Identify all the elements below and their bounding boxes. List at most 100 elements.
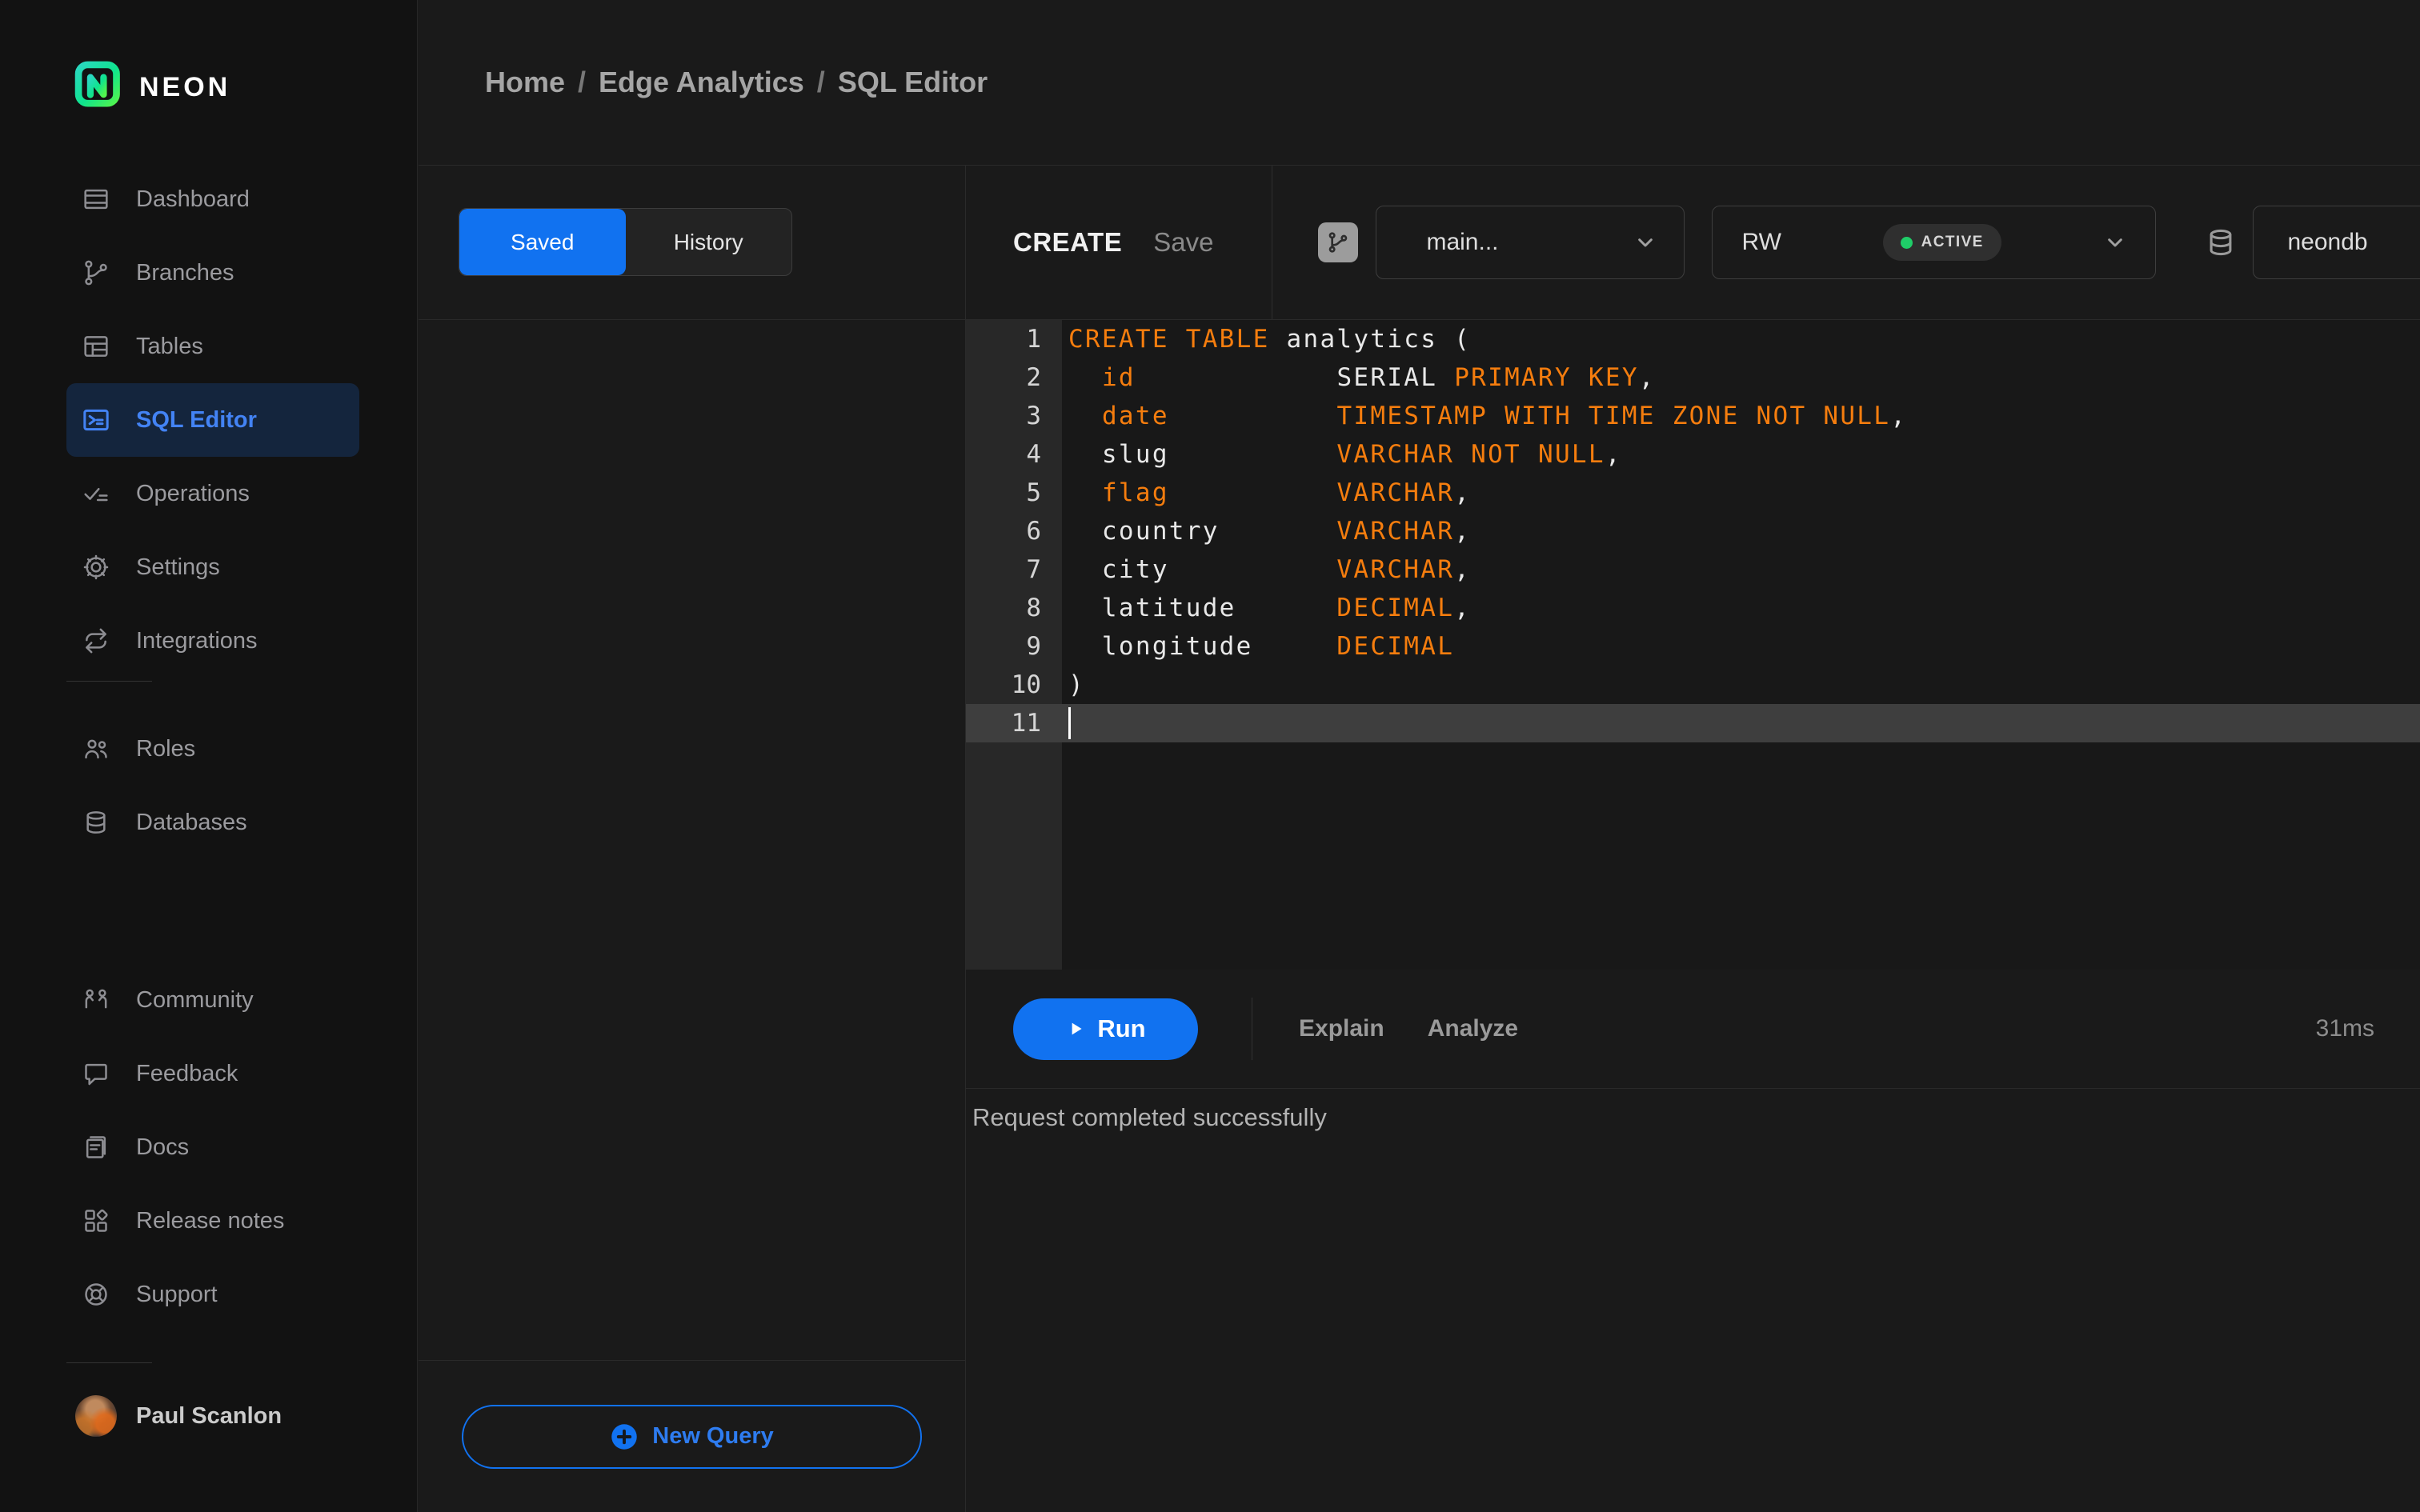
main-area: Home / Edge Analytics / SQL Editor Saved… [419,0,2420,1512]
sidebar-item-docs[interactable]: Docs [66,1110,359,1184]
code-line-5[interactable]: 5 flag VARCHAR, [966,474,2420,512]
breadcrumb-separator: / [816,66,825,98]
code-lines: 1 CREATE TABLE analytics (2 id SERIAL PRI… [966,320,2420,742]
integrations-icon [80,625,112,657]
code-line-6[interactable]: 6 country VARCHAR, [966,512,2420,550]
code-line-2[interactable]: 2 id SERIAL PRIMARY KEY, [966,358,2420,397]
code-line-7[interactable]: 7 city VARCHAR, [966,550,2420,589]
code-text: date TIMESTAMP WITH TIME ZONE NOT NULL, [1101,402,1908,430]
sidebar-item-label: Release notes [136,1207,285,1234]
code-text [1062,707,1071,739]
sidebar-item-label: Settings [136,554,220,580]
user-menu[interactable]: Paul Scanlon [75,1395,282,1437]
branch-icon-button[interactable] [1318,222,1359,262]
run-button[interactable]: Run [1013,998,1198,1060]
sidebar-item-branches[interactable]: Branches [66,236,359,310]
roles-icon [80,733,112,765]
sidebar-item-label: Integrations [136,627,258,654]
sidebar-item-operations[interactable]: Operations [66,457,359,530]
branch-select[interactable]: main... [1376,206,1685,279]
release-notes-icon [80,1205,112,1237]
queries-panel: Saved History New Query [419,166,966,1512]
queries-tabs-row: Saved History [419,166,965,320]
compute-select[interactable]: RW ACTIVE [1712,206,2157,279]
community-icon [80,984,112,1016]
sidebar-item-dashboard[interactable]: Dashboard [66,162,359,236]
sidebar-item-release-notes[interactable]: Release notes [66,1184,359,1258]
sidebar-item-sql-editor[interactable]: SQL Editor [66,383,359,457]
line-number: 2 [1026,363,1041,392]
sidebar-item-settings[interactable]: Settings [66,530,359,604]
sidebar-item-feedback[interactable]: Feedback [66,1037,359,1110]
brand-logo[interactable]: NEON [74,61,230,114]
line-number: 7 [1026,555,1041,584]
code-text: longitude DECIMAL [1068,632,1455,661]
code-line-9[interactable]: 9 longitude DECIMAL [966,627,2420,666]
sidebar-item-label: Tables [136,333,203,359]
sidebar-item-integrations[interactable]: Integrations [66,604,359,678]
explain-button[interactable]: Explain [1299,1015,1384,1042]
git-branch-icon [1329,232,1348,253]
user-name: Paul Scanlon [136,1402,282,1429]
feedback-icon [80,1058,112,1090]
line-number: 4 [1026,440,1041,469]
status-dot-icon [1900,236,1913,249]
header: Home / Edge Analytics / SQL Editor [419,0,2420,166]
sidebar-item-support[interactable]: Support [66,1258,359,1331]
tab-saved[interactable]: Saved [459,209,626,275]
sidebar-item-label: Dashboard [136,186,250,212]
code-line-8[interactable]: 8 latitude DECIMAL, [966,589,2420,627]
dashboard-icon [80,183,112,215]
result-message: Request completed successfully [972,1103,1327,1131]
analyze-button[interactable]: Analyze [1428,1015,1518,1042]
sidebar-item-community[interactable]: Community [66,963,359,1037]
code-text: country VARCHAR, [1068,517,1472,546]
code-line-1[interactable]: 1 CREATE TABLE analytics ( [966,320,2420,358]
line-number: 9 [1026,632,1041,661]
sidebar-item-databases[interactable]: Databases [66,786,359,859]
support-icon [80,1278,112,1310]
sidebar-divider [66,681,152,682]
brand-wordmark: NEON [139,71,231,102]
code-line-10[interactable]: 10) [966,666,2420,704]
code-editor[interactable]: 1 CREATE TABLE analytics (2 id SERIAL PRI… [966,320,2420,970]
docs-icon [80,1131,112,1163]
plus-circle-icon [611,1423,637,1450]
code-text: flag VARCHAR, [1101,478,1472,507]
code-line-4[interactable]: 4 slug VARCHAR NOT NULL, [966,435,2420,474]
operations-icon [80,478,112,510]
text-cursor [1068,707,1071,739]
sidebar-item-label: Operations [136,480,250,506]
chevron-down-icon [2108,238,2123,247]
sidebar-item-roles[interactable]: Roles [66,712,359,786]
sidebar-item-tables[interactable]: Tables [66,310,359,383]
sidebar-item-label: Branches [136,259,234,286]
neon-logo-icon [74,61,120,112]
compute-select-value: RW [1741,229,1781,255]
sidebar-nav-primary: Dashboard Branches Tables SQL Editor Operati… [0,162,418,678]
line-number: 6 [1026,517,1041,546]
sidebar-nav-resources: Community Feedback Docs Release notes Suppor… [0,963,418,1331]
breadcrumb-project[interactable]: Edge Analytics [599,66,804,99]
tab-history[interactable]: History [626,209,792,275]
avatar [75,1395,117,1437]
neon-console: NEON Dashboard Branches Tables SQL Editor Op… [0,0,2420,1512]
play-icon [1072,1022,1082,1035]
database-select-value: neondb [2287,229,2368,255]
breadcrumb-home[interactable]: Home [485,66,565,99]
database-select[interactable]: neondb [2253,206,2420,279]
queries-footer: New Query [419,1360,965,1512]
breadcrumb-separator: / [578,66,587,98]
sidebar-item-label: Feedback [136,1060,238,1086]
save-button[interactable]: Save [1153,227,1213,258]
sidebar-item-label: Community [136,986,254,1013]
settings-icon [80,551,112,583]
run-label: Run [1097,1014,1146,1042]
code-text: slug VARCHAR NOT NULL, [1068,440,1622,469]
sidebar-item-label: Docs [136,1134,190,1160]
code-line-11[interactable]: 11 [966,704,2420,742]
code-line-3[interactable]: 3 date TIMESTAMP WITH TIME ZONE NOT NULL… [966,397,2420,435]
new-query-button[interactable]: New Query [462,1404,922,1469]
breadcrumb: Home / Edge Analytics / SQL Editor [485,66,988,99]
line-number: 8 [1026,594,1041,622]
